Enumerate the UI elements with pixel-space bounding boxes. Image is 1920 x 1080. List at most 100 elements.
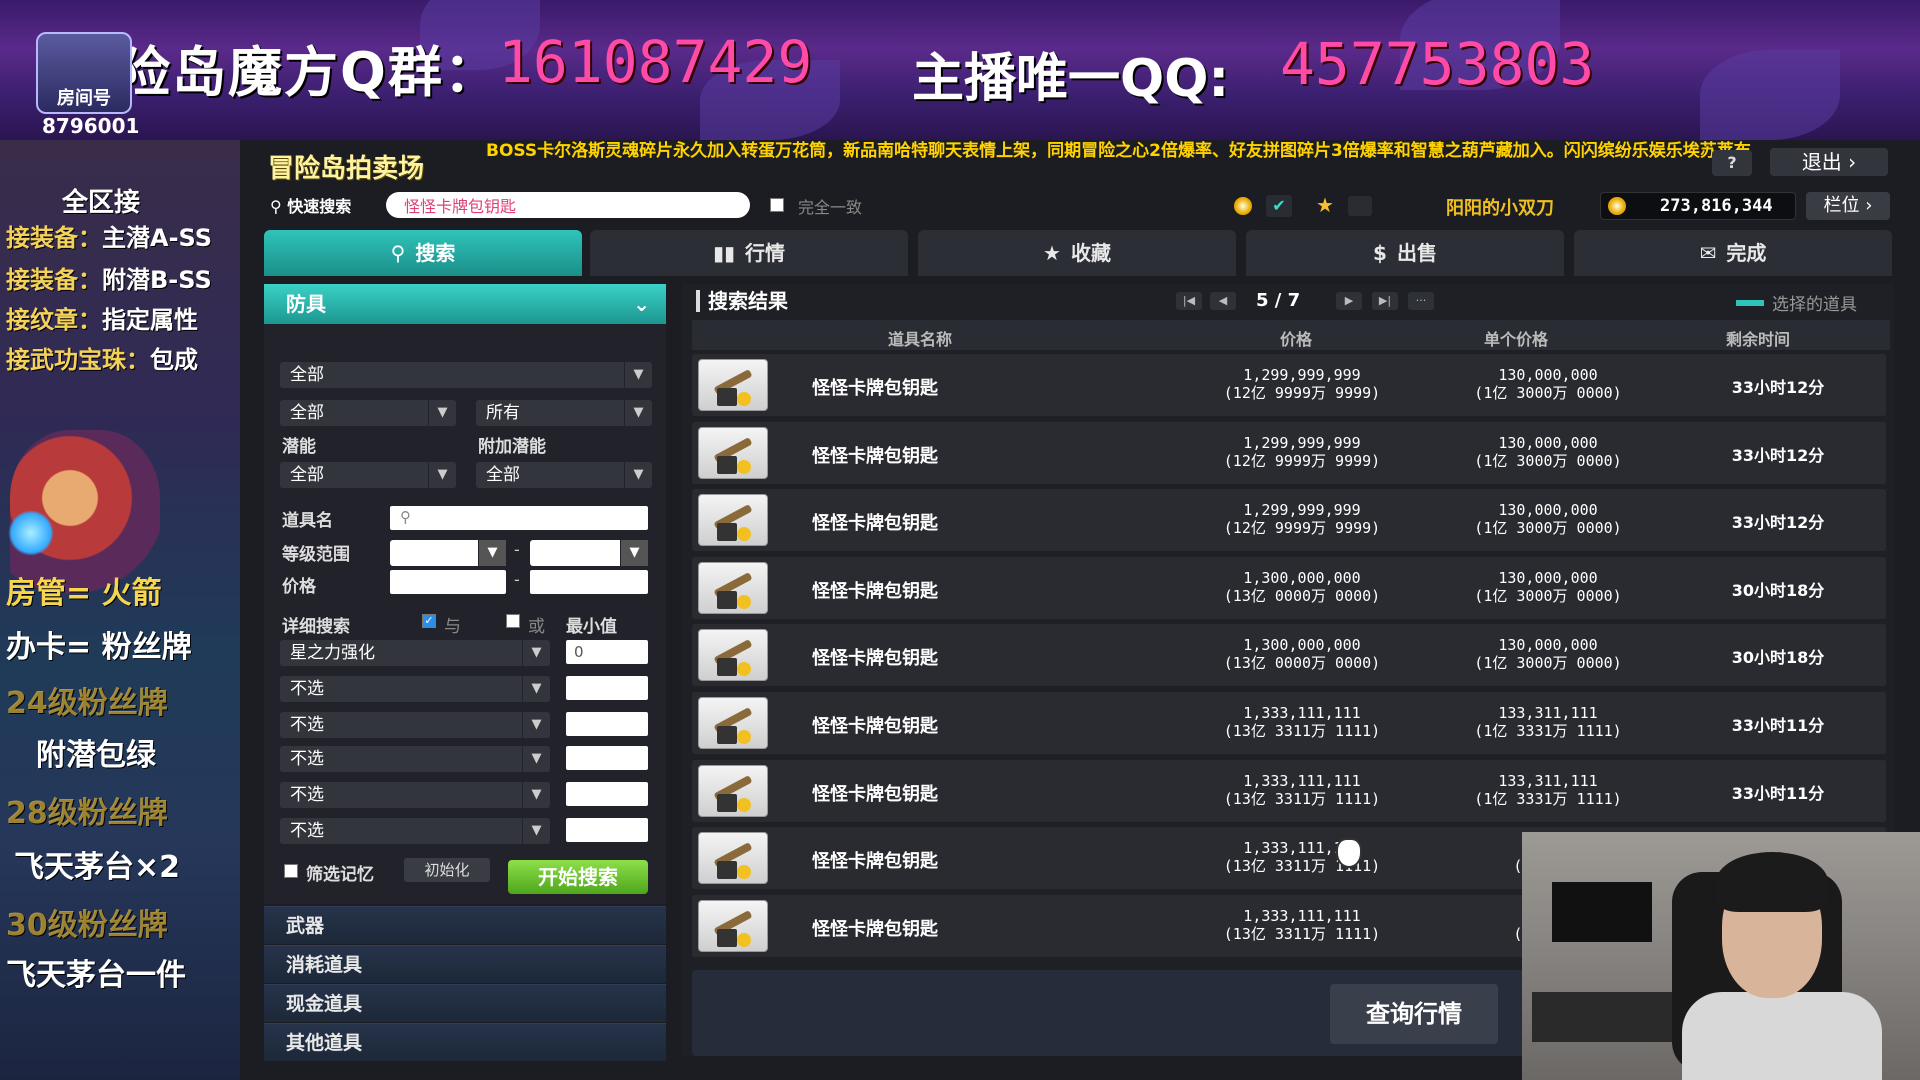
price-max-input[interactable] <box>530 570 648 594</box>
owner-select[interactable]: 所有 ▼ <box>476 400 652 426</box>
level-max-select[interactable]: ▼ <box>530 540 648 566</box>
table-row[interactable]: 怪怪卡牌包钥匙 1,300,000,000 (13亿 0000万 0000) 130,… <box>692 556 1886 619</box>
table-row[interactable]: 怪怪卡牌包钥匙 1,299,999,999 (12亿 9999万 9999) 130,… <box>692 354 1886 416</box>
first-page-button[interactable]: |◀ <box>1176 292 1202 310</box>
item-name: 怪怪卡牌包钥匙 <box>812 648 938 670</box>
table-row[interactable]: 怪怪卡牌包钥匙 1,333,111,111(13亿 3311万 1111) 133,… <box>692 692 1886 754</box>
item-name: 怪怪卡牌包钥匙 <box>812 378 938 399</box>
stream-sidebar-overlay: 全区接 接装备：主潜A-SS 接装备：附潜B-SS 接纹章：指定属性 接武功宝珠… <box>0 140 240 1080</box>
tab-search[interactable]: ⚲ 搜索 <box>264 230 582 276</box>
search-icon: ⚲ <box>400 508 411 526</box>
stat-min-input[interactable] <box>566 676 648 700</box>
extra-potential-select[interactable]: 全部 ▼ <box>476 462 652 488</box>
item-price: 1,299,999,999 (12亿 9999万 9999) <box>1223 501 1381 538</box>
subtype-select[interactable]: 全部 ▼ <box>280 400 456 426</box>
favorite-toggle[interactable] <box>1348 196 1372 216</box>
tab-sell[interactable]: $ 出售 <box>1246 230 1564 276</box>
category-armor[interactable]: 防具 ⌄ <box>264 284 666 324</box>
stream-banner: 冒险岛魔方Q群： 161087429 主播唯一QQ: 457753803 房间号… <box>0 0 1920 140</box>
tab-favorites[interactable]: ★ 收藏 <box>918 230 1236 276</box>
item-time-left: 33小时12分 <box>1731 445 1825 465</box>
page-indicator: 5 / 7 <box>1256 290 1301 311</box>
search-icon: ⚲ <box>270 197 282 216</box>
col-time-left[interactable]: 剩余时间 <box>1726 326 1790 350</box>
or-checkbox[interactable] <box>506 614 520 628</box>
category-consumable[interactable]: 消耗道具 <box>264 945 666 983</box>
mail-icon: ✉ <box>1699 241 1717 265</box>
item-name: 怪怪卡牌包钥匙 <box>812 783 938 805</box>
chevron-down-icon[interactable]: ✔ <box>1266 195 1292 217</box>
item-price: 1,300,000,000 (13亿 0000万 0000) <box>1223 568 1381 605</box>
detail-search-label: 详细搜索 <box>282 617 350 637</box>
stat-select[interactable]: 不选 ▼ <box>280 712 550 738</box>
stat-min-input[interactable] <box>566 746 648 770</box>
level-min-select[interactable]: ▼ <box>390 540 506 566</box>
quick-search-input[interactable] <box>386 192 750 218</box>
stat-select[interactable]: 不选 ▼ <box>280 746 550 772</box>
banner-streamer-qq: 457753803 <box>1280 30 1595 98</box>
stream-screen: 冒险岛魔方Q群： 161087429 主播唯一QQ: 457753803 房间号… <box>0 0 1920 1080</box>
exit-button[interactable]: 退出 › <box>1770 148 1888 176</box>
help-button[interactable]: ? <box>1712 150 1752 176</box>
category-cash[interactable]: 现金道具 <box>264 984 666 1022</box>
item-name-input[interactable] <box>390 506 648 530</box>
overlay-title: 全区接 <box>62 188 141 218</box>
results-table-header: 道具名称 价格 单个价格 剩余时间 <box>692 320 1890 350</box>
table-row[interactable]: 怪怪卡牌包钥匙 1,333,111,111(13亿 3311万 1111) 133,… <box>692 759 1886 822</box>
item-unit-price: 130,000,000 (1亿 3000万 0000) <box>1474 568 1622 605</box>
query-market-button[interactable]: 查询行情 <box>1330 984 1498 1044</box>
chevron-down-icon: ▼ <box>624 362 652 388</box>
item-unit-price: 130,000,000 (1亿 3000万 0000) <box>1474 433 1622 470</box>
stat-min-input[interactable] <box>566 818 648 842</box>
min-value-label: 最小值 <box>566 617 617 637</box>
next-page-button[interactable]: ▶ <box>1336 292 1362 310</box>
chevron-down-icon: ▼ <box>522 818 550 844</box>
remember-filter-checkbox[interactable] <box>284 864 298 878</box>
key-item-icon <box>698 359 768 411</box>
table-row[interactable]: 怪怪卡牌包钥匙 1,300,000,000 (13亿 0000万 0000) 130,… <box>692 624 1886 687</box>
item-price: 1,300,000,000 (13亿 0000万 0000) <box>1223 636 1381 673</box>
reset-button[interactable]: 初始化 <box>404 858 490 882</box>
overlay-promo: 飞天茅台×2 <box>14 850 181 885</box>
stat-min-input[interactable] <box>566 712 648 736</box>
chevron-down-icon: ▼ <box>522 712 550 738</box>
category-other[interactable]: 其他道具 <box>264 1023 666 1061</box>
level-range-label: 等级范围 <box>282 545 350 565</box>
stat-select[interactable]: 星之力强化 ▼ <box>280 640 550 666</box>
item-name: 怪怪卡牌包钥匙 <box>812 716 938 737</box>
stat-select[interactable]: 不选 ▼ <box>280 818 550 844</box>
remember-filter-label: 筛选记忆 <box>306 865 374 885</box>
item-unit-price: 133,311,111 (1亿 3331万 1111) <box>1474 704 1622 740</box>
item-price: 1,333,111,111 (13亿 3311万 1111) <box>1223 771 1381 808</box>
item-price: 1,333,111,111 (13亿 3311万 1111) <box>1223 839 1381 876</box>
chevron-down-icon: ▼ <box>478 540 506 566</box>
tab-market[interactable]: ▮▮ 行情 <box>590 230 908 276</box>
slots-button[interactable]: 栏位 › <box>1806 192 1890 220</box>
exact-match-checkbox[interactable] <box>770 198 784 212</box>
quick-search-label: ⚲ 快速搜索 <box>270 197 352 216</box>
results-title: 搜索结果 <box>696 290 788 312</box>
stat-min-input[interactable] <box>566 640 648 664</box>
meso-icon <box>1608 197 1626 215</box>
col-item-name[interactable]: 道具名称 <box>888 326 952 350</box>
stat-min-input[interactable] <box>566 782 648 806</box>
table-row[interactable]: 怪怪卡牌包钥匙 1,299,999,999 (12亿 9999万 9999) 130,… <box>692 421 1886 484</box>
table-row[interactable]: 怪怪卡牌包钥匙 1,299,999,999 (12亿 9999万 9999) 130,… <box>692 489 1886 552</box>
type-select[interactable]: 全部 ▼ <box>280 362 652 388</box>
last-page-button[interactable]: ▶| <box>1372 292 1398 310</box>
stat-select[interactable]: 不选 ▼ <box>280 782 550 808</box>
prev-page-button[interactable]: ◀ <box>1210 292 1236 310</box>
start-search-button[interactable]: 开始搜索 <box>508 860 648 894</box>
overlay-promo: 办卡= 粉丝牌 <box>6 630 192 665</box>
stat-select[interactable]: 不选 ▼ <box>280 676 550 702</box>
tab-complete[interactable]: ✉ 完成 <box>1574 230 1892 276</box>
chevron-down-icon: ▼ <box>428 462 456 488</box>
col-unit-price[interactable]: 单个价格 <box>1484 326 1548 350</box>
category-weapon[interactable]: 武器 <box>264 906 666 944</box>
price-min-input[interactable] <box>390 570 506 594</box>
chevron-down-icon: ▼ <box>428 400 456 426</box>
jump-page-button[interactable]: ··· <box>1408 292 1434 310</box>
col-price[interactable]: 价格 <box>1280 326 1312 350</box>
potential-select[interactable]: 全部 ▼ <box>280 462 456 488</box>
and-checkbox[interactable]: ✓ <box>422 614 436 628</box>
